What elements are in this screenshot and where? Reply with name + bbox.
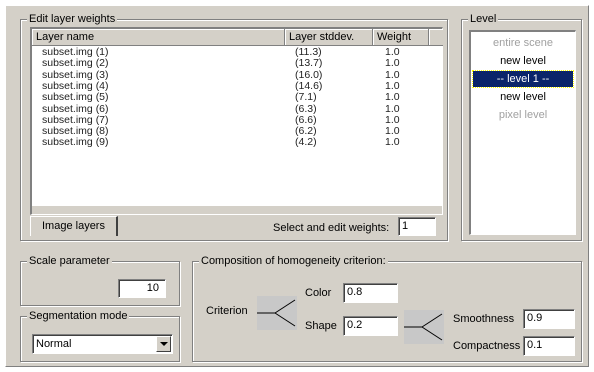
level-group: Level entire scene new level -- level 1 --… xyxy=(461,12,582,241)
layer-stddev-cell: (7.1) xyxy=(295,91,317,104)
criterion-label: Criterion xyxy=(206,305,248,317)
level-item: pixel level xyxy=(498,109,548,121)
segmentation-mode-title: Segmentation mode xyxy=(27,309,130,323)
level-item[interactable]: new level xyxy=(473,53,573,69)
smoothness-input[interactable]: 0.9 xyxy=(523,309,575,329)
tab-image-layers[interactable]: Image layers xyxy=(30,216,118,236)
shape-label: Shape xyxy=(305,320,337,332)
layer-name-cell: subset.img (3) xyxy=(42,68,109,81)
weight-cell[interactable]: 1.0 xyxy=(385,58,400,69)
select-edit-weights-label: Select and edit weights: xyxy=(273,222,390,234)
layer-stddev-cell: (6.3) xyxy=(295,102,317,115)
level-item[interactable]: new level xyxy=(473,89,573,105)
weight-cell[interactable]: 1.0 xyxy=(385,103,400,115)
table-row[interactable]: subset.img (5) (7.1) 1.0 xyxy=(32,92,442,103)
edit-layer-weights-group: Edit layer weights Layer name Layer stdd… xyxy=(20,12,448,241)
shape-branch-icon xyxy=(404,310,444,344)
composition-group: Composition of homogeneity criterion: Cr… xyxy=(192,254,582,362)
layer-name-cell: subset.img (9) xyxy=(42,136,109,149)
shape-input[interactable]: 0.2 xyxy=(343,316,398,336)
layer-stddev-cell: (4.2) xyxy=(295,136,317,149)
layer-name-cell: subset.img (5) xyxy=(42,91,109,104)
smoothness-label: Smoothness xyxy=(453,313,515,325)
segmentation-dialog: Edit layer weights Layer name Layer stdd… xyxy=(5,5,589,367)
criterion-branch-icon xyxy=(257,296,297,330)
level-item[interactable]: -- level 1 -- xyxy=(472,70,574,88)
horizontal-scrollbar[interactable] xyxy=(32,205,442,214)
segmentation-mode-value: Normal xyxy=(36,338,72,350)
column-header-filler xyxy=(429,29,443,46)
color-label: Color xyxy=(305,287,332,299)
level-title: Level xyxy=(468,12,499,26)
layer-weights-table: Layer name Layer stddev. Weight subset.i… xyxy=(30,27,443,215)
layer-stddev-cell: (16.0) xyxy=(295,68,323,81)
scale-parameter-title: Scale parameter xyxy=(27,254,112,268)
table-row[interactable]: subset.img (6) (6.3) 1.0 xyxy=(32,102,442,115)
segmentation-mode-group: Segmentation mode Normal xyxy=(20,309,180,362)
segmentation-mode-select[interactable]: Normal xyxy=(32,334,173,354)
level-list: entire scene new level -- level 1 -- new le… xyxy=(469,30,576,235)
scale-parameter-input[interactable]: 10 xyxy=(118,279,166,298)
weight-cell[interactable]: 1.0 xyxy=(385,92,400,103)
edit-layer-weights-title: Edit layer weights xyxy=(27,12,118,26)
weight-cell[interactable]: 1.0 xyxy=(385,69,400,81)
weight-cell[interactable]: 1.0 xyxy=(385,137,400,148)
column-header-weight[interactable]: Weight xyxy=(373,29,429,46)
composition-title: Composition of homogeneity criterion: xyxy=(199,254,388,268)
layer-name-cell: subset.img (6) xyxy=(42,102,109,115)
color-input[interactable]: 0.8 xyxy=(343,283,398,303)
column-header-layer-name[interactable]: Layer name xyxy=(32,29,285,46)
table-row[interactable]: subset.img (3) (16.0) 1.0 xyxy=(32,68,442,81)
scale-parameter-group: Scale parameter 10 xyxy=(20,254,180,306)
column-header-layer-stddev[interactable]: Layer stddev. xyxy=(285,29,373,46)
select-edit-weights-input[interactable]: 1 xyxy=(398,217,436,236)
compactness-label: Compactness xyxy=(453,340,521,352)
layer-stddev-cell: (13.7) xyxy=(295,57,323,70)
table-row[interactable]: subset.img (9) (4.2) 1.0 xyxy=(32,137,442,148)
layer-name-cell: subset.img (2) xyxy=(42,57,109,70)
chevron-down-icon[interactable] xyxy=(156,336,171,352)
compactness-input[interactable]: 0.1 xyxy=(523,336,575,356)
level-item: entire scene xyxy=(493,37,553,49)
table-row[interactable]: subset.img (2) (13.7) 1.0 xyxy=(32,58,442,69)
